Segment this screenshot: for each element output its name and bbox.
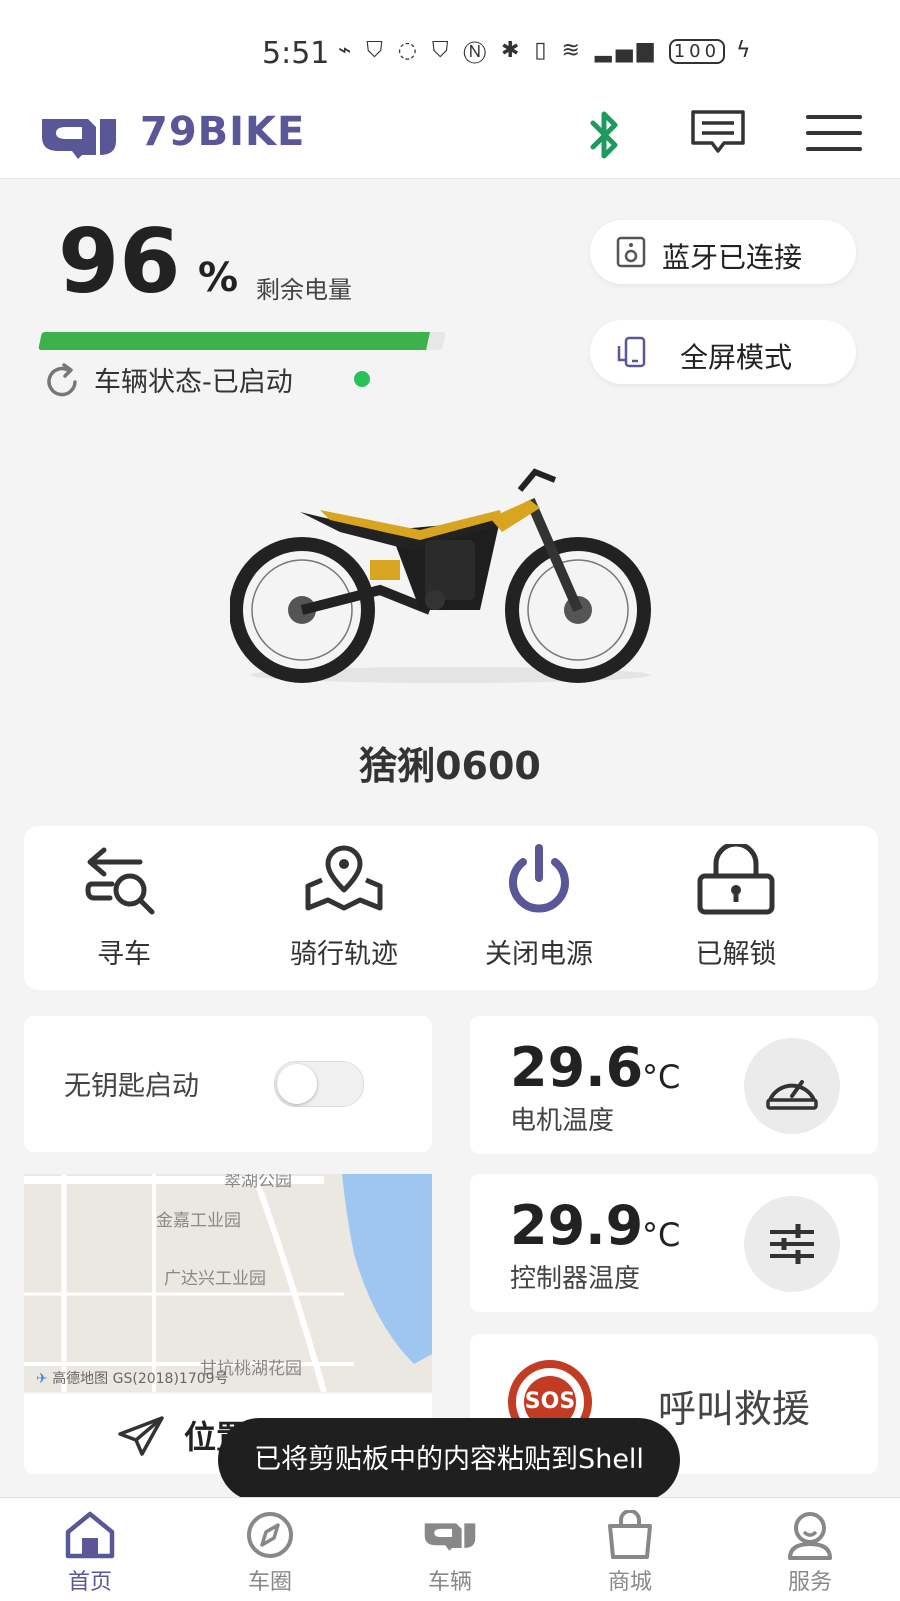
location-map[interactable]: 翠湖公园 金嘉工业园 广达兴工业园 甘坑桃湖花园 ✈ 高德地图 GS(2018)… xyxy=(24,1174,432,1392)
tab-service-label: 服务 xyxy=(787,1570,832,1595)
chat-icon: ◌ xyxy=(397,38,421,63)
map-label: 翠湖公园 xyxy=(224,1174,292,1191)
app-header: 79BIKE xyxy=(0,95,900,179)
power-off-label: 关闭电源 xyxy=(485,939,593,970)
menu-icon[interactable] xyxy=(806,113,862,153)
shopping-bag-icon xyxy=(608,1510,652,1559)
keyless-start-card: 无钥匙启动 xyxy=(24,1016,432,1152)
motor-temp-label: 电机温度 xyxy=(510,1106,615,1136)
shield-icon: ⛉ xyxy=(366,38,387,63)
usb-icon: ⌁ xyxy=(338,38,356,63)
keyless-start-toggle[interactable] xyxy=(274,1061,364,1107)
quick-actions-card: 寻车 骑行轨迹 关闭电源 已解锁 xyxy=(24,826,878,990)
bluetooth-icon[interactable] xyxy=(585,107,625,163)
power-icon xyxy=(509,844,569,913)
tab-vehicle-label: 车辆 xyxy=(427,1570,472,1595)
vehicle-status: 车辆状态-已启动 xyxy=(94,367,293,398)
gauge-icon-bg xyxy=(744,1038,840,1134)
fullscreen-mode-label: 全屏模式 xyxy=(680,341,793,374)
sliders-icon-bg xyxy=(744,1196,840,1292)
controller-temp-label: 控制器温度 xyxy=(510,1264,641,1294)
bluetooth-connected-button[interactable]: 蓝牙已连接 xyxy=(590,220,856,284)
bluetooth-status-icon: ✱ xyxy=(500,38,524,63)
home-icon xyxy=(65,1511,115,1559)
status-dot xyxy=(354,371,370,387)
controller-temp-card[interactable]: 29.9 °C 控制器温度 xyxy=(470,1174,878,1312)
tab-vehicle[interactable]: 车辆 xyxy=(360,1498,540,1601)
signal-icon: ▂▄▆ xyxy=(594,38,658,63)
bottom-tab-bar: 首页 车圈 车辆 商城 服务 xyxy=(0,1497,900,1601)
percent-symbol: % xyxy=(198,255,239,301)
charging-icon: ϟ xyxy=(736,38,755,63)
refresh-icon[interactable] xyxy=(42,362,82,402)
ride-track-label: 骑行轨迹 xyxy=(290,939,398,970)
battery-status: 100 xyxy=(668,39,726,64)
motor-temp-value: 29.6 xyxy=(510,1036,644,1099)
route-map-icon xyxy=(305,845,383,911)
power-off-button[interactable]: 关闭电源 xyxy=(439,826,639,990)
status-time: 5:51 xyxy=(262,36,330,71)
map-license: GS(2018)1709号 xyxy=(112,1371,229,1387)
vehicle-logo-icon xyxy=(424,1523,476,1551)
call-rescue-label: 呼叫救援 xyxy=(658,1387,811,1431)
unlock-button[interactable]: 已解锁 xyxy=(636,826,836,990)
battery-percent: 96 xyxy=(58,210,181,313)
compass-icon xyxy=(247,1512,293,1558)
battery-label: 剩余电量 xyxy=(256,276,352,304)
speaker-icon xyxy=(616,236,646,268)
tab-circle[interactable]: 车圈 xyxy=(180,1498,360,1601)
controller-temp-value: 29.9 xyxy=(510,1194,644,1257)
tab-shop[interactable]: 商城 xyxy=(540,1498,720,1601)
wifi-icon: ≋ xyxy=(561,38,584,63)
bike-image xyxy=(230,468,651,683)
motor-temp-card[interactable]: 29.6 °C 电机温度 xyxy=(470,1016,878,1154)
map-provider: ✈ 高德地图 GS(2018)1709号 xyxy=(36,1368,229,1388)
ride-track-button[interactable]: 骑行轨迹 xyxy=(244,826,444,990)
shield-icon: ⛉ xyxy=(431,38,453,63)
message-icon[interactable] xyxy=(690,109,746,159)
find-car-button[interactable]: 寻车 xyxy=(24,826,224,990)
status-icons: ⌁ ⛉ ◌ ⛉ Ⓝ ✱ ▯ ≋ ▂▄▆ 100 ϟ xyxy=(338,38,755,64)
map-label: 广达兴工业园 xyxy=(164,1269,266,1289)
brand-logo-icon xyxy=(42,119,116,159)
sliders-icon xyxy=(770,1224,814,1264)
send-arrow-icon xyxy=(118,1416,164,1456)
map-label: 金嘉工业园 xyxy=(156,1211,241,1231)
status-bar: 5:51 ⌁ ⛉ ◌ ⛉ Ⓝ ✱ ▯ ≋ ▂▄▆ 100 ϟ xyxy=(0,0,900,95)
tab-circle-label: 车圈 xyxy=(247,1570,292,1595)
find-car-icon xyxy=(85,847,155,915)
toast-message: 已将剪贴板中的内容粘贴到Shell xyxy=(218,1418,680,1502)
tab-home-label: 首页 xyxy=(67,1570,112,1595)
battery-bar-fill xyxy=(38,332,430,350)
controller-temp-unit: °C xyxy=(642,1216,681,1254)
fullscreen-mode-button[interactable]: 全屏模式 xyxy=(590,320,856,384)
tab-service[interactable]: 服务 xyxy=(720,1498,900,1601)
bike-name: 猞猁0600 xyxy=(359,744,541,788)
keyless-start-label: 无钥匙启动 xyxy=(64,1071,199,1102)
unlock-icon xyxy=(697,844,775,915)
service-icon xyxy=(788,1512,832,1560)
brand-name: 79BIKE xyxy=(140,109,306,155)
gauge-icon xyxy=(766,1080,818,1110)
find-car-label: 寻车 xyxy=(97,939,151,970)
battery-bar xyxy=(38,332,446,350)
vibrate-icon: ▯ xyxy=(534,38,551,63)
fullscreen-icon xyxy=(617,336,646,368)
amap-logo-icon: ✈ xyxy=(36,1371,48,1387)
unlock-label: 已解锁 xyxy=(695,939,777,970)
nfc-icon: Ⓝ xyxy=(463,38,490,63)
motor-temp-unit: °C xyxy=(642,1058,681,1096)
map-provider-name: 高德地图 xyxy=(52,1371,109,1387)
toggle-knob xyxy=(277,1064,317,1104)
bluetooth-connected-label: 蓝牙已连接 xyxy=(662,241,803,274)
tab-home[interactable]: 首页 xyxy=(0,1498,180,1601)
tab-shop-label: 商城 xyxy=(607,1570,652,1595)
